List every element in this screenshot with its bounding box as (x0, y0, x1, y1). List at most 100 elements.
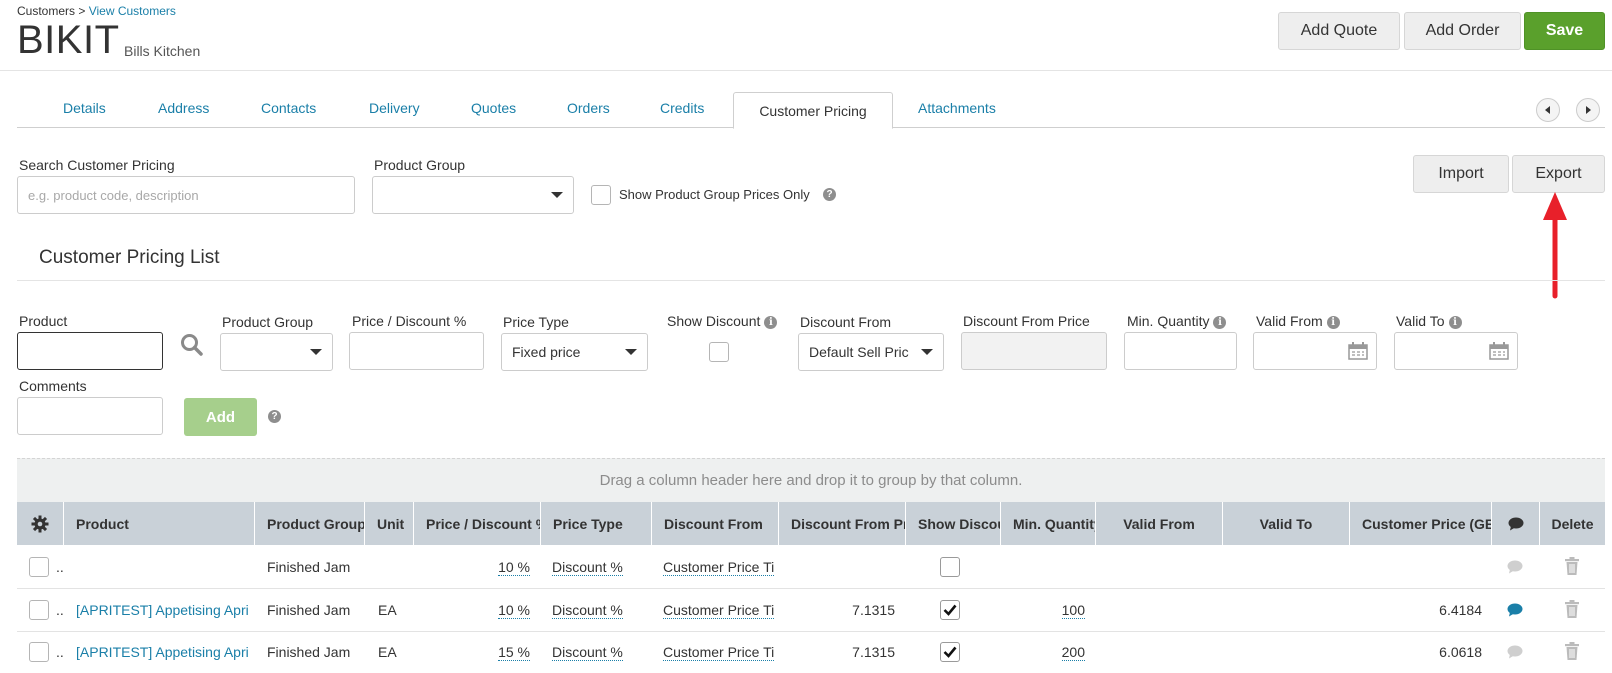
tabs-scroll-right-button[interactable] (1576, 98, 1600, 122)
tab-customer-pricing[interactable]: Customer Pricing (733, 92, 893, 129)
row-discount-from[interactable]: Customer Price Ti (663, 602, 775, 619)
comments-input[interactable] (17, 397, 163, 435)
calendar-icon[interactable] (1348, 342, 1368, 360)
row-delete-button[interactable] (1564, 546, 1582, 588)
row-expand[interactable]: .. (56, 589, 66, 631)
tabs-scroll-left-button[interactable] (1536, 98, 1560, 122)
tab-address[interactable]: Address (158, 100, 209, 116)
column-settings-button[interactable] (17, 502, 64, 545)
row-comment-button[interactable] (1507, 546, 1527, 588)
product-input[interactable] (17, 332, 163, 370)
info-icon[interactable]: i (764, 316, 778, 329)
tab-credits[interactable]: Credits (660, 100, 704, 116)
search-icon[interactable] (180, 333, 204, 357)
info-icon[interactable]: i (1326, 316, 1340, 329)
tab-quotes[interactable]: Quotes (471, 100, 516, 116)
row-delete-button[interactable] (1564, 589, 1582, 631)
breadcrumb-current[interactable]: View Customers (89, 4, 176, 18)
price-discount-label: Price / Discount % (352, 313, 467, 329)
group-by-drop-area[interactable]: Drag a column header here and drop it to… (17, 458, 1605, 502)
tab-contacts[interactable]: Contacts (261, 100, 316, 116)
save-button[interactable]: Save (1524, 12, 1605, 50)
row-select-checkbox[interactable] (29, 557, 49, 577)
row-min-quantity[interactable]: 200 (1061, 644, 1085, 661)
row-price-type[interactable]: Discount % (552, 602, 623, 619)
row-expand[interactable]: .. (56, 631, 66, 673)
row-show-discount-checkbox[interactable] (940, 557, 960, 577)
column-header-price-type[interactable]: Price Type (541, 502, 652, 545)
column-header-valid-to[interactable]: Valid To (1223, 502, 1350, 545)
row-min-quantity[interactable]: 100 (1061, 602, 1085, 619)
row-expand[interactable]: .. (56, 546, 66, 588)
row-valid-to[interactable] (1235, 631, 1345, 673)
row-delete-button[interactable] (1564, 631, 1582, 673)
column-header-valid-from[interactable]: Valid From (1096, 502, 1223, 545)
product-group-filter-select[interactable] (372, 176, 574, 214)
valid-to-input[interactable] (1394, 332, 1518, 370)
min-quantity-input[interactable] (1124, 332, 1237, 370)
add-button[interactable]: Add (184, 398, 257, 436)
trash-icon (1564, 556, 1580, 578)
row-product-link[interactable]: [APRITEST] Appetising Apri (76, 631, 254, 673)
tab-attachments[interactable]: Attachments (918, 100, 996, 116)
row-comment-button[interactable] (1507, 589, 1527, 631)
row-discount-from[interactable]: Customer Price Ti (663, 644, 775, 661)
help-icon[interactable]: ? (268, 410, 281, 423)
tab-details[interactable]: Details (63, 100, 106, 116)
column-header-product[interactable]: Product (64, 502, 255, 545)
row-price-type[interactable]: Discount % (552, 644, 623, 661)
row-product-link[interactable]: [APRITEST] Appetising Apri (76, 589, 254, 631)
row-discount-from[interactable]: Customer Price Ti (663, 559, 775, 576)
breadcrumb-root[interactable]: Customers (17, 4, 75, 18)
column-header-delete[interactable]: Delete (1540, 502, 1605, 545)
valid-from-label-text: Valid From (1256, 313, 1323, 329)
row-show-discount-checkbox[interactable] (940, 642, 960, 662)
row-valid-from[interactable] (1108, 631, 1218, 673)
column-header-comments[interactable] (1492, 502, 1540, 545)
discount-from-select[interactable]: Default Sell Pric (798, 333, 944, 371)
add-order-button[interactable]: Add Order (1404, 12, 1521, 50)
column-header-unit[interactable]: Unit (365, 502, 414, 545)
row-valid-to[interactable] (1235, 546, 1345, 588)
export-button[interactable]: Export (1512, 155, 1605, 193)
row-valid-from[interactable] (1108, 589, 1218, 631)
column-header-min-quantity[interactable]: Min. Quantity (1001, 502, 1096, 545)
show-discount-checkbox[interactable] (709, 342, 729, 362)
tab-orders[interactable]: Orders (567, 100, 610, 116)
price-discount-input[interactable] (349, 332, 484, 370)
row-price-discount[interactable]: 15 % (498, 644, 530, 661)
info-icon[interactable]: i (1213, 316, 1227, 329)
help-icon[interactable]: ? (823, 188, 836, 201)
column-header-discount-from[interactable]: Discount From (652, 502, 779, 545)
row-price-discount[interactable]: 10 % (498, 602, 530, 619)
row-unit: EA (378, 644, 397, 660)
search-input[interactable]: e.g. product code, description (17, 176, 355, 214)
column-header-customer-price[interactable]: Customer Price (GB (1350, 502, 1492, 545)
group-only-checkbox[interactable] (591, 185, 611, 205)
row-show-discount-checkbox[interactable] (940, 600, 960, 620)
tab-delivery[interactable]: Delivery (369, 100, 420, 116)
row-discount-from-price: 7.1315 (852, 602, 895, 618)
row-price-type[interactable]: Discount % (552, 559, 623, 576)
row-valid-to[interactable] (1235, 589, 1345, 631)
form-product-group-label: Product Group (222, 314, 314, 330)
row-unit (378, 546, 412, 588)
column-header-show-discount[interactable]: Show Discou (906, 502, 1001, 545)
calendar-icon[interactable] (1489, 342, 1509, 360)
price-type-select[interactable]: Fixed price (501, 333, 648, 371)
row-product-link[interactable] (76, 546, 254, 588)
info-icon[interactable]: i (1448, 316, 1462, 329)
row-select-checkbox[interactable] (29, 600, 49, 620)
form-product-group-select[interactable] (220, 333, 333, 371)
row-select-checkbox[interactable] (29, 642, 49, 662)
column-header-discount-from-price[interactable]: Discount From Pri (779, 502, 906, 545)
column-header-price-discount[interactable]: Price / Discount % (414, 502, 541, 545)
import-button[interactable]: Import (1413, 155, 1509, 193)
add-quote-button[interactable]: Add Quote (1278, 12, 1400, 50)
valid-from-input[interactable] (1253, 332, 1377, 370)
header-divider (0, 70, 1612, 71)
column-header-product-group[interactable]: Product Group (255, 502, 365, 545)
row-comment-button[interactable] (1507, 631, 1527, 673)
row-valid-from[interactable] (1108, 546, 1218, 588)
row-price-discount[interactable]: 10 % (498, 559, 530, 576)
